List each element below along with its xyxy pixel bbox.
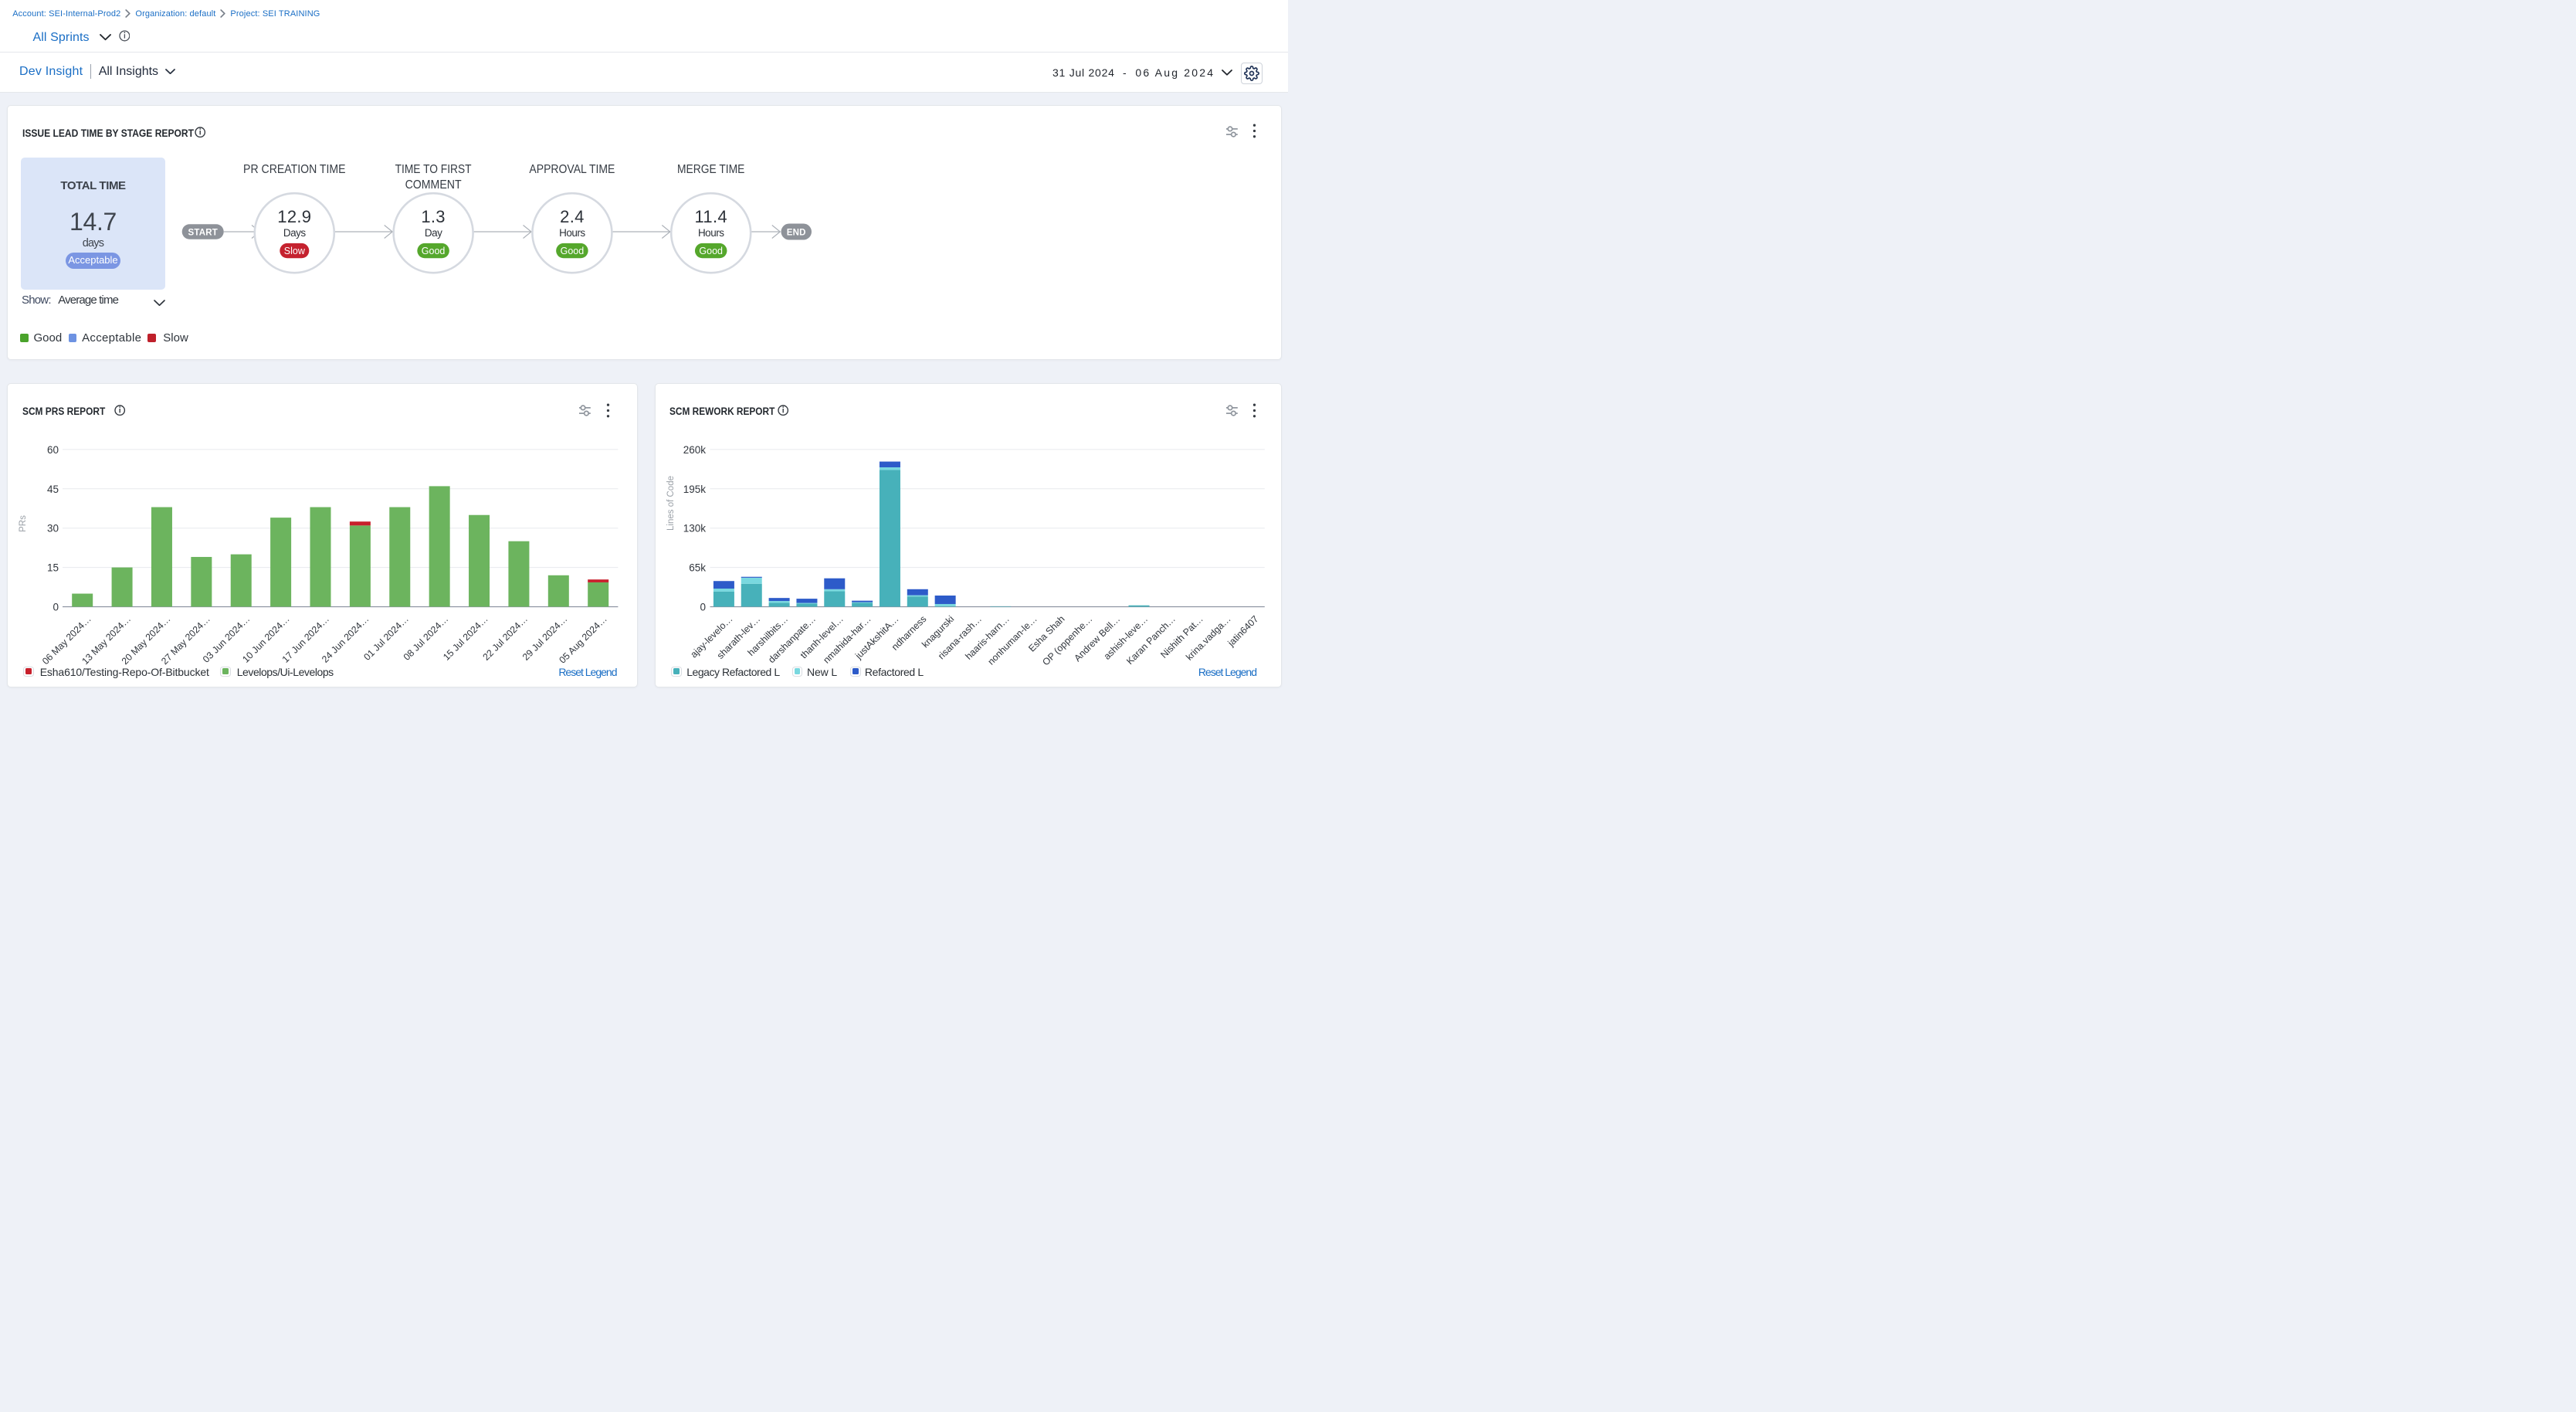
svg-text:Days: Days [283,227,307,239]
svg-text:0: 0 [53,601,59,613]
svg-text:COMMENT: COMMENT [405,178,462,192]
svg-text:END: END [787,229,806,238]
svg-text:12.9: 12.9 [277,207,311,226]
svg-text:Good: Good [422,246,446,256]
svg-text:2.4: 2.4 [560,207,584,226]
svg-text:MERGE TIME: MERGE TIME [677,163,744,176]
svg-text:PRs: PRs [19,514,28,531]
svg-text:START: START [188,228,217,237]
svg-text:65k: 65k [689,562,706,573]
svg-text:260k: 260k [683,443,707,455]
svg-text:45: 45 [47,483,59,494]
svg-text:195k: 195k [683,483,707,494]
svg-text:Slow: Slow [284,246,306,256]
svg-text:Karan Panch…: Karan Panch… [1124,613,1178,667]
svg-text:1.3: 1.3 [421,207,445,226]
svg-text:nmahida-har…: nmahida-har… [821,613,873,665]
svg-text:Hours: Hours [559,227,585,239]
svg-text:15: 15 [47,562,59,573]
svg-text:APPROVAL TIME: APPROVAL TIME [529,163,615,176]
svg-text:Day: Day [425,227,442,239]
svg-text:TIME TO FIRST: TIME TO FIRST [395,163,472,176]
svg-text:Good: Good [699,246,723,256]
svg-text:Good: Good [561,246,585,256]
svg-text:11.4: 11.4 [695,207,727,226]
svg-text:PR CREATION TIME: PR CREATION TIME [243,163,346,176]
svg-text:130k: 130k [683,522,707,534]
svg-text:60: 60 [47,443,59,455]
svg-text:30: 30 [47,522,59,534]
svg-text:nonhuman-le…: nonhuman-le… [985,613,1039,667]
svg-text:Lines of Code: Lines of Code [666,476,676,531]
svg-text:Hours: Hours [698,227,724,239]
svg-text:0: 0 [700,601,706,613]
